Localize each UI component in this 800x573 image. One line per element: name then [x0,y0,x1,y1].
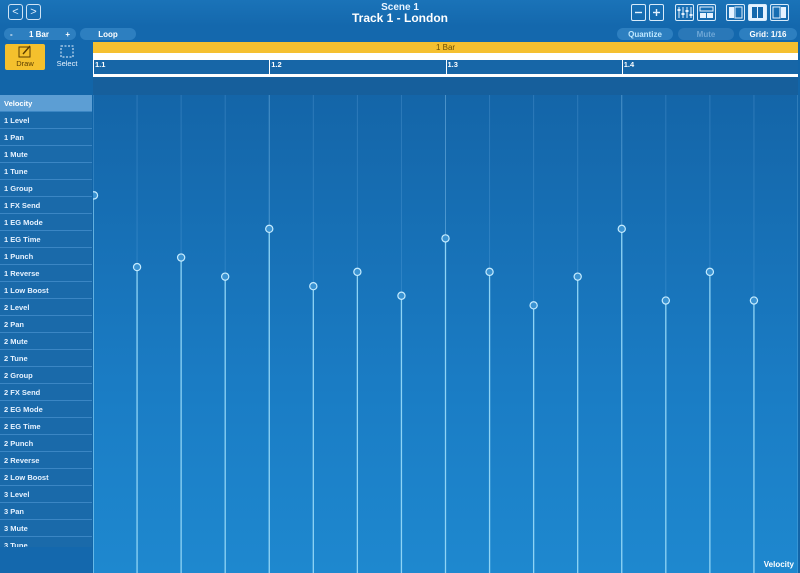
parameter-item[interactable]: 3 Pan [0,503,92,520]
parameter-item[interactable]: 1 Low Boost [0,282,92,299]
ruler-tick [445,60,447,74]
parameter-item[interactable]: 2 Punch [0,435,92,452]
parameter-item[interactable]: 1 Punch [0,248,92,265]
velocity-handle[interactable] [397,291,406,300]
layout-right-icon[interactable] [770,4,789,21]
parameter-item[interactable]: 2 Group [0,367,92,384]
parameter-list-footer [0,547,92,573]
parameter-item[interactable]: 1 EG Time [0,231,92,248]
velocity-handle[interactable] [132,262,142,272]
ruler-marker: 1.4 [623,60,635,69]
parameter-item[interactable]: 1 Pan [0,129,92,146]
decrease-length-button[interactable]: - [10,30,13,39]
parameter-item[interactable]: 2 Mute [0,333,92,350]
loop-region-label: 1 Bar [435,43,456,52]
velocity-handle[interactable] [573,272,582,281]
pad-grid-icon[interactable] [697,4,716,21]
ruler-marker: 1.3 [447,60,458,69]
velocity-handle[interactable] [617,224,626,234]
loop-button[interactable]: Loop [80,28,136,40]
layout-split-icon[interactable] [748,4,767,21]
ruler-tick [269,60,271,74]
ruler-tick [621,60,623,74]
parameter-item[interactable]: 2 EG Mode [0,401,92,418]
tool-panel: Draw Select [0,42,93,70]
parameter-item[interactable]: 1 Group [0,180,92,197]
velocity-handle[interactable] [485,267,494,277]
velocity-handle[interactable] [353,267,362,277]
ruler-marker: 1.1 [95,60,106,69]
velocity-handle[interactable] [441,234,450,243]
parameter-item[interactable]: 2 Level [0,299,92,316]
mixer-icon[interactable] [675,4,694,21]
bar-length-value: 1 Bar [28,29,49,39]
select-tool-button[interactable]: Select [47,44,87,70]
pattern-toolbar: - 1 Bar + Loop Quantize Mute Grid: 1/16 [0,26,800,42]
bar-length-stepper[interactable]: - 1 Bar + [4,28,76,40]
parameter-item[interactable]: 2 Tune [0,350,92,367]
parameter-item[interactable]: 1 FX Send [0,197,92,214]
draw-tool-label: Draw [16,59,34,68]
ruler-tick [93,60,94,74]
velocity-handle[interactable] [705,267,715,277]
velocity-handle[interactable] [661,296,671,305]
velocity-handle[interactable] [529,301,538,310]
parameter-item[interactable]: 2 EG Time [0,418,92,435]
quantize-button[interactable]: Quantize [617,28,673,40]
parameter-item[interactable]: 1 EG Mode [0,214,92,231]
parameter-item[interactable]: 3 Tune [0,537,92,548]
parameter-item[interactable]: 1 Tune [0,163,92,180]
pencil-icon [18,45,31,58]
grid-button[interactable]: Grid: 1/16 [739,28,797,40]
velocity-handle[interactable] [176,253,186,262]
lane-header [93,77,798,95]
parameter-item[interactable]: 3 Mute [0,520,92,537]
parameter-item[interactable]: 1 Mute [0,146,92,163]
parameter-item[interactable]: 2 FX Send [0,384,92,401]
parameter-item[interactable]: 2 Low Boost [0,469,92,486]
velocity-handle[interactable] [93,191,99,200]
velocity-handle[interactable] [309,281,318,291]
editor-parameter-label: Velocity [763,560,794,569]
ruler-marker: 1.2 [271,60,282,69]
layout-left-icon[interactable] [726,4,745,21]
loop-region-bar[interactable]: 1 Bar [93,42,798,53]
parameter-item[interactable]: 1 Level [0,112,92,129]
title-bar: < > Scene 1 Track 1 - London [0,0,800,26]
mute-button[interactable]: Mute [678,28,734,40]
velocity-handle[interactable] [220,272,230,281]
parameter-item[interactable]: 2 Pan [0,316,92,333]
parameter-item[interactable]: 1 Reverse [0,265,92,282]
draw-tool-button[interactable]: Draw [5,44,45,70]
marquee-icon [60,45,74,58]
parameter-list[interactable]: Velocity 1 Level 1 Pan 1 Mute 1 Tune 1 Group 1… [0,95,92,547]
parameter-item[interactable]: Velocity [0,95,92,112]
zoom-in-icon[interactable] [649,4,664,21]
velocity-handle[interactable] [749,296,759,305]
increase-length-button[interactable]: + [65,30,70,39]
zoom-out-icon[interactable] [631,4,646,21]
velocity-lane[interactable] [93,95,798,573]
parameter-item[interactable]: 3 Level [0,486,92,503]
velocity-handle[interactable] [265,224,274,234]
select-tool-label: Select [56,59,78,68]
velocity-editor[interactable]: Velocity [93,95,798,573]
parameter-item[interactable]: 2 Reverse [0,452,92,469]
